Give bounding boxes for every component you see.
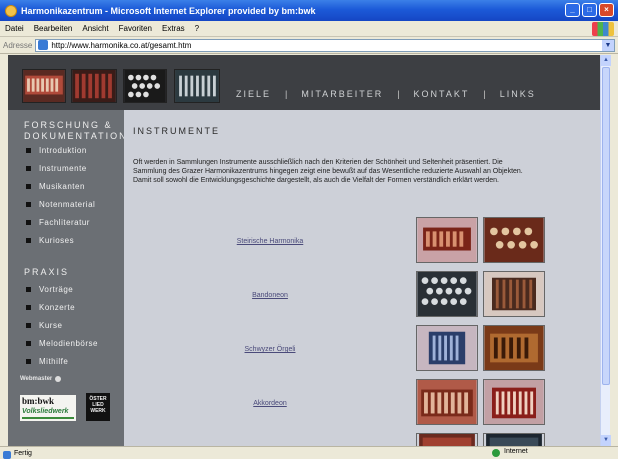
page-icon xyxy=(38,40,49,50)
schwyzer-photo-1[interactable] xyxy=(416,325,478,371)
steirische-photo-2[interactable] xyxy=(483,217,545,263)
nav-kontakt[interactable]: KONTAKT xyxy=(414,89,470,99)
nav-separator: | xyxy=(397,89,400,99)
menu-ansicht[interactable]: Ansicht xyxy=(77,24,113,33)
nav-separator: | xyxy=(285,89,288,99)
title-bar: Harmonikazentrum - Microsoft Internet Ex… xyxy=(0,0,618,21)
vertical-scrollbar[interactable]: ▲ ▼ xyxy=(600,55,611,446)
steirische-photo-1[interactable] xyxy=(416,217,478,263)
status-text: Fertig xyxy=(0,450,32,459)
bandoneon-photo xyxy=(123,69,167,103)
browser-window: Harmonikazentrum - Microsoft Internet Ex… xyxy=(0,0,618,459)
minimize-button[interactable]: _ xyxy=(565,3,580,17)
section-forschung: FORSCHUNG & DOKUMENTATION xyxy=(24,120,128,141)
sidebar-item-notenmaterial[interactable]: Notenmaterial xyxy=(26,200,95,209)
menu-bearbeiten[interactable]: Bearbeiten xyxy=(29,24,78,33)
link-schwyzer-oergeli[interactable]: Schwyzer Örgeli xyxy=(200,346,340,353)
sidebar-item-vortraege[interactable]: Vorträge xyxy=(26,285,73,294)
schwyzer-photo-2[interactable] xyxy=(483,325,545,371)
accordion-photo-1 xyxy=(22,69,66,103)
menu-datei[interactable]: Datei xyxy=(0,24,29,33)
menu-help[interactable]: ? xyxy=(190,24,204,33)
ie-icon xyxy=(5,4,17,17)
volksliedwerk-logo[interactable]: ÖSTER LIED WERK xyxy=(86,393,110,421)
akkordeon-photo-2[interactable] xyxy=(483,379,545,425)
sidebar-item-kurioses[interactable]: Kurioses xyxy=(26,236,74,245)
status-bar: Fertig Internet xyxy=(0,446,618,459)
menu-bar: Datei Bearbeiten Ansicht Favoriten Extra… xyxy=(0,21,618,37)
page-title: INSTRUMENTE xyxy=(133,126,220,136)
main-content: INSTRUMENTE Oft werden in Sammlungen Ins… xyxy=(124,110,606,446)
scroll-down-icon[interactable]: ▼ xyxy=(601,435,611,446)
internet-zone: Internet xyxy=(492,448,528,457)
sidebar-item-instrumente[interactable]: Instrumente xyxy=(26,164,87,173)
link-akkordeon[interactable]: Akkordeon xyxy=(200,400,340,407)
menu-favoriten[interactable]: Favoriten xyxy=(114,24,157,33)
sidebar-item-kurse[interactable]: Kurse xyxy=(26,321,62,330)
top-nav: ZIELE | MITARBEITER | KONTAKT | LINKS xyxy=(236,89,536,99)
site-header: ZIELE | MITARBEITER | KONTAKT | LINKS xyxy=(8,55,608,110)
akkordeon-photo-1[interactable] xyxy=(416,379,478,425)
address-bar: Adresse http://www.harmonika.co.at/gesam… xyxy=(0,37,618,54)
sidebar-item-melodienboerse[interactable]: Melodienbörse xyxy=(26,339,98,348)
bmbwk-logo[interactable]: bm:bwk Volksliedwerk xyxy=(20,395,76,421)
scroll-thumb[interactable] xyxy=(602,67,610,385)
window-title: Harmonikazentrum - Microsoft Internet Ex… xyxy=(21,5,316,16)
scroll-up-icon[interactable]: ▲ xyxy=(601,55,611,66)
maximize-button[interactable]: □ xyxy=(582,3,597,17)
nav-mitarbeiter[interactable]: MITARBEITER xyxy=(301,89,383,99)
windows-logo-icon xyxy=(592,22,614,36)
mail-icon xyxy=(55,376,62,382)
section-praxis: PRAXIS xyxy=(24,267,70,277)
sidebar-item-fachliteratur[interactable]: Fachliteratur xyxy=(26,218,90,227)
sidebar-item-musikanten[interactable]: Musikanten xyxy=(26,182,85,191)
accordion-photo-2 xyxy=(71,69,117,103)
address-label: Adresse xyxy=(3,40,33,50)
link-steirische-harmonika[interactable]: Steirische Harmonika xyxy=(200,238,340,245)
sidebar-item-mithilfe[interactable]: Mithilfe xyxy=(26,357,68,366)
sidebar-item-konzerte[interactable]: Konzerte xyxy=(26,303,75,312)
web-page: ZIELE | MITARBEITER | KONTAKT | LINKS FO… xyxy=(8,55,608,446)
nav-links[interactable]: LINKS xyxy=(500,89,536,99)
address-input[interactable]: http://www.harmonika.co.at/gesamt.htm ▼ xyxy=(35,38,615,52)
webmaster-link[interactable]: Webmaster xyxy=(20,376,62,382)
intro-text: Oft werden in Sammlungen Instrumente aus… xyxy=(133,159,523,184)
sidebar: FORSCHUNG & DOKUMENTATION Introduktion I… xyxy=(8,110,128,446)
chevron-down-icon[interactable]: ▼ xyxy=(602,39,614,51)
menu-extras[interactable]: Extras xyxy=(157,24,190,33)
bandoneon-photo-2[interactable] xyxy=(483,271,545,317)
partial-photo-1[interactable] xyxy=(416,433,478,446)
nav-separator: | xyxy=(483,89,486,99)
bandoneon-photo-1[interactable] xyxy=(416,271,478,317)
keyboard-photo xyxy=(174,69,220,103)
sidebar-item-introduktion[interactable]: Introduktion xyxy=(26,146,87,155)
close-button[interactable]: × xyxy=(599,3,614,17)
link-bandoneon[interactable]: Bandoneon xyxy=(200,292,340,299)
partial-photo-2[interactable] xyxy=(483,433,545,446)
address-url: http://www.harmonika.co.at/gesamt.htm xyxy=(51,40,192,50)
nav-ziele[interactable]: ZIELE xyxy=(236,89,271,99)
